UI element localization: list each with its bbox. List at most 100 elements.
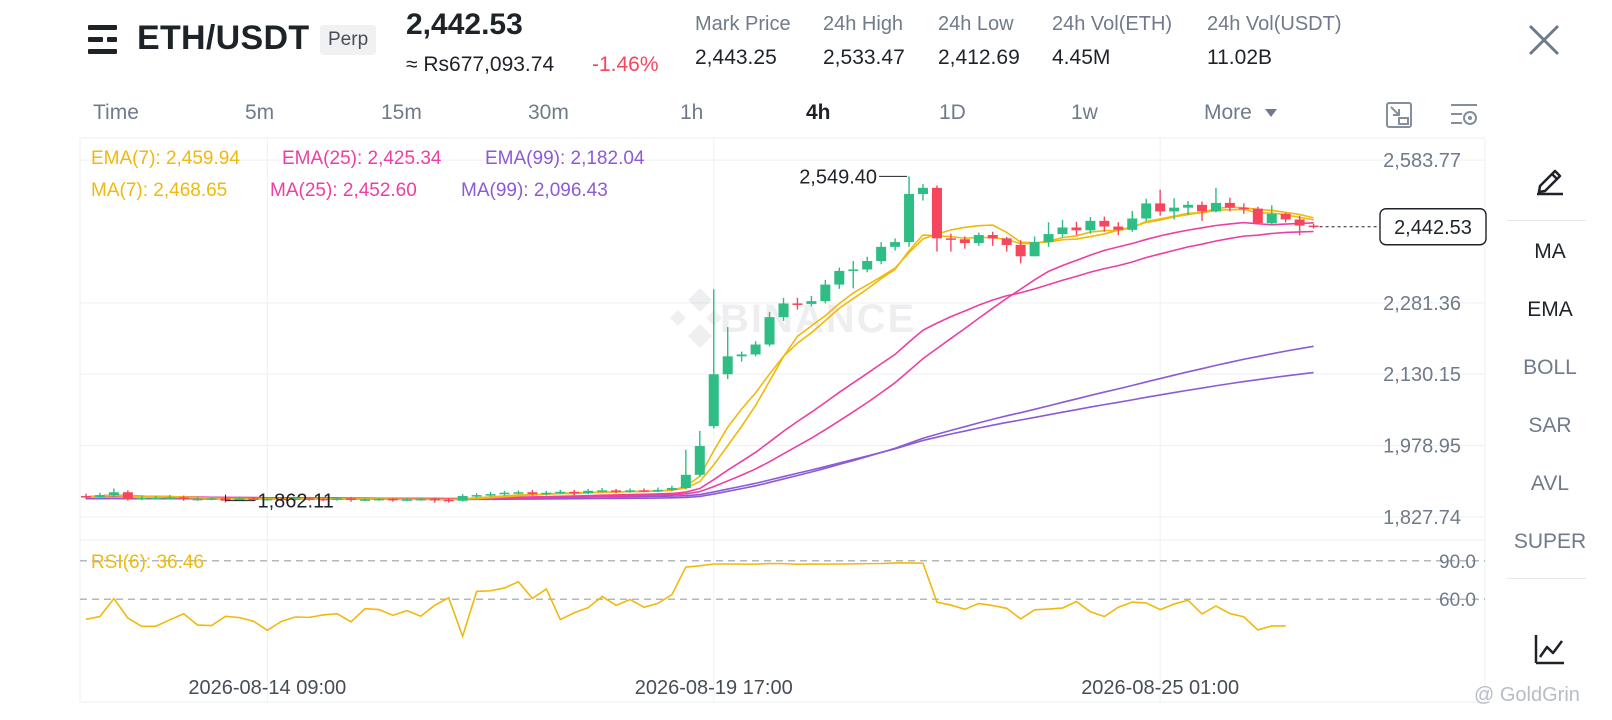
candle-body: [373, 498, 384, 501]
indicator-sar[interactable]: SAR: [1507, 414, 1593, 438]
candle-body: [611, 490, 622, 492]
candle-body: [1280, 213, 1291, 220]
candle-body: [415, 498, 426, 501]
candle-body: [471, 495, 482, 497]
candle-body: [443, 499, 454, 502]
indicator-ma[interactable]: MA: [1507, 240, 1593, 264]
indicator-boll[interactable]: BOLL: [1507, 356, 1593, 380]
candle-body: [583, 490, 594, 494]
candle-body: [987, 235, 998, 239]
candle-body: [1308, 225, 1319, 228]
rsi-tick-label: 60.0: [1439, 590, 1476, 611]
candle-body: [457, 496, 468, 501]
candle-body: [485, 494, 496, 496]
candle-body: [1266, 213, 1277, 224]
high-price-label: 2,549.40: [799, 166, 877, 188]
candle-body: [108, 492, 119, 496]
candle-body: [429, 498, 440, 501]
candle-body: [94, 495, 105, 497]
candle-body: [1183, 204, 1194, 208]
candle-body: [680, 474, 691, 488]
candle-body: [764, 317, 775, 345]
candle-body: [1001, 238, 1012, 245]
candle-body: [1085, 220, 1096, 231]
candle-body: [387, 498, 398, 501]
candle-body: [1210, 202, 1221, 212]
candle-body: [178, 497, 189, 499]
candle-body: [346, 498, 357, 500]
candle-body: [1294, 219, 1305, 226]
candle-body: [1015, 244, 1026, 257]
legend-ma7: MA(7): 2,468.65: [91, 180, 228, 201]
candle-body: [862, 260, 873, 270]
rsi-tick-label: 90.0: [1439, 552, 1476, 573]
candle-body: [150, 497, 161, 500]
candle-body: [122, 492, 133, 499]
candle-body: [401, 499, 412, 501]
candle-body: [1252, 208, 1263, 224]
panel-divider: [1507, 578, 1586, 579]
candle-body: [541, 492, 552, 495]
candle-body: [1057, 227, 1068, 235]
candle-body: [136, 497, 147, 500]
candle-body: [1197, 204, 1207, 212]
candle-body: [778, 303, 789, 318]
candle-body: [1071, 227, 1082, 231]
time-tick-label: 2026-08-14 09:00: [188, 677, 346, 699]
candle-body: [931, 187, 942, 239]
candle-body: [639, 490, 649, 492]
time-tick-label: 2026-08-25 01:00: [1081, 677, 1239, 699]
candle-body: [792, 303, 803, 305]
price-tick-label: 2,130.15: [1383, 364, 1461, 386]
candle-body: [708, 374, 719, 427]
price-tick-label: 2,281.36: [1383, 293, 1461, 315]
candle-body: [652, 489, 663, 492]
candle-body: [973, 235, 984, 244]
indicator-ema[interactable]: EMA: [1507, 298, 1593, 322]
candle-body: [1127, 218, 1138, 230]
candle-body: [81, 496, 91, 498]
candle-body: [848, 269, 859, 271]
candle-body: [736, 354, 747, 357]
legend-ma25: MA(25): 2,452.60: [270, 180, 417, 201]
watermark-text: BINANCE: [720, 297, 916, 341]
line-chart-icon[interactable]: [1533, 632, 1567, 666]
candle-body: [834, 270, 845, 285]
candle-body: [499, 492, 510, 495]
candle-body: [597, 490, 608, 492]
time-tick-label: 2026-08-19 17:00: [635, 677, 793, 699]
candle-body: [722, 356, 733, 375]
candle-body: [569, 491, 580, 494]
price-tick-label: 2,583.77: [1383, 150, 1461, 172]
candle-body: [820, 284, 831, 302]
candle-body: [959, 239, 970, 244]
legend-ema99: EMA(99): 2,182.04: [485, 148, 645, 169]
legend-ema25: EMA(25): 2,425.34: [282, 148, 442, 169]
candle-body: [1224, 202, 1235, 208]
price-tick-label: 1,827.74: [1383, 507, 1461, 529]
candle-body: [1099, 220, 1110, 227]
current-price-tag-label: 2,442.53: [1394, 217, 1472, 239]
candle-body: [876, 246, 887, 261]
low-price-label: 1,862.11: [258, 491, 334, 513]
indicator-super[interactable]: SUPER: [1507, 530, 1593, 554]
price-tick-label: 1,978.95: [1383, 436, 1461, 458]
candle-body: [945, 238, 956, 240]
legend-ema7: EMA(7): 2,459.94: [91, 148, 240, 169]
panel-divider: [1507, 220, 1586, 221]
candle-body: [527, 492, 538, 495]
candle-body: [750, 344, 761, 355]
candle-body: [806, 301, 817, 304]
candle-body: [1155, 203, 1166, 212]
candle-body: [192, 498, 203, 501]
candle-body: [666, 487, 677, 490]
candle-body: [890, 242, 901, 247]
pencil-icon[interactable]: [1533, 162, 1567, 196]
candle-body: [360, 499, 370, 501]
candle-body: [1113, 226, 1124, 230]
candle-body: [1141, 203, 1152, 219]
indicator-avl[interactable]: AVL: [1507, 472, 1593, 496]
price-chart[interactable]: 2,583.77 2,281.36 2,130.15 1,978.95 1,827.74…: [0, 0, 1612, 720]
candle-body: [1238, 207, 1249, 210]
candle-body: [918, 187, 928, 194]
